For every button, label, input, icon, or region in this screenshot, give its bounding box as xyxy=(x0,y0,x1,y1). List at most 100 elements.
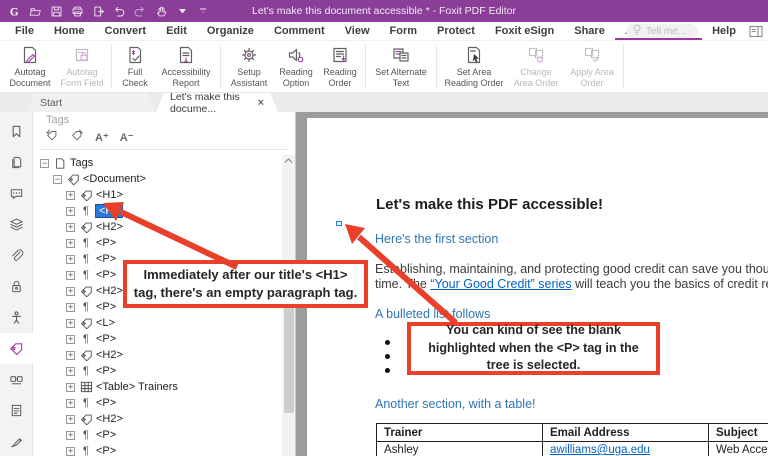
tree-expander-icon[interactable]: + xyxy=(66,287,75,296)
hand-tool-icon[interactable] xyxy=(154,4,168,18)
doc-paragraph-line: time. The “Your Good Credit” series will… xyxy=(375,277,768,291)
print-icon[interactable] xyxy=(70,4,84,18)
menu-item-view[interactable]: View xyxy=(335,22,380,40)
expand-tag-icon[interactable] xyxy=(70,128,84,147)
doc-hyperlink[interactable]: awilliams@uga.edu xyxy=(550,444,650,456)
autotag-form-field-icon xyxy=(72,45,92,65)
tree-item-label: <H2> xyxy=(96,349,123,361)
table-row: Ashleyawilliams@uga.eduWeb Accessibility xyxy=(377,442,768,456)
tree-item[interactable]: +¶<P> xyxy=(33,427,282,443)
tree-item[interactable]: +¶<P> xyxy=(33,203,282,219)
tree-expander-icon[interactable]: − xyxy=(40,159,49,168)
sidebar-pages-icon[interactable] xyxy=(0,147,33,178)
tell-me-search[interactable]: Tell me... xyxy=(626,24,698,38)
ribbon-button-autotag-document[interactable]: Autotag Document xyxy=(4,41,56,89)
doc-hyperlink[interactable]: “Your Good Credit” series xyxy=(430,277,571,291)
undo-icon[interactable] xyxy=(112,4,126,18)
menu-item-home[interactable]: Home xyxy=(44,22,95,40)
doc-section-heading: Here's the first section xyxy=(375,232,498,246)
font-decrease-icon[interactable]: A⁻ xyxy=(120,131,134,144)
tree-expander-icon[interactable]: + xyxy=(66,303,75,312)
ribbon-button-reading-order[interactable]: Reading Order xyxy=(318,41,362,89)
tab-current-document[interactable]: Let's make this docume... × xyxy=(156,93,278,112)
menu-item-comment[interactable]: Comment xyxy=(264,22,335,40)
menu-item-convert[interactable]: Convert xyxy=(95,22,157,40)
tree-item[interactable]: +<L> xyxy=(33,315,282,331)
tree-expander-icon[interactable]: + xyxy=(66,383,75,392)
menu-item-protect[interactable]: Protect xyxy=(427,22,485,40)
close-icon[interactable]: × xyxy=(258,97,264,109)
tab-start[interactable]: Start xyxy=(26,93,156,112)
tree-item[interactable]: +¶<P> xyxy=(33,235,282,251)
tree-item[interactable]: +<H2> xyxy=(33,411,282,427)
sidebar-fields-icon[interactable] xyxy=(0,395,33,426)
tree-item[interactable]: +<H1> xyxy=(33,187,282,203)
font-increase-icon[interactable]: A⁺ xyxy=(95,131,109,144)
customize-icon[interactable] xyxy=(196,4,210,18)
menu-item-help[interactable]: Help xyxy=(702,22,746,40)
tree-item[interactable]: +¶<P> xyxy=(33,363,282,379)
caret-down-icon[interactable] xyxy=(175,4,189,18)
divider xyxy=(111,44,112,88)
ribbon-button-accessibility-report[interactable]: Accessibility Report xyxy=(155,41,217,89)
ribbon-button-full-check[interactable]: Full Check xyxy=(115,41,155,89)
table-header-cell: Email Address xyxy=(543,424,709,442)
scroll-up-icon[interactable] xyxy=(282,158,295,164)
pdf-page[interactable]: Let's make this PDF accessible! Here's t… xyxy=(307,118,768,456)
redo-icon[interactable] xyxy=(133,4,147,18)
export-page-icon[interactable] xyxy=(91,4,105,18)
tree-expander-icon[interactable]: + xyxy=(66,351,75,360)
ribbon-button-set-alternate-text[interactable]: Set Alternate Text xyxy=(369,41,433,89)
menu-item-file[interactable]: File xyxy=(5,22,44,40)
scrollbar-thumb[interactable] xyxy=(284,300,294,413)
tree-expander-icon[interactable]: + xyxy=(66,431,75,440)
titlebar: G Let's make this document accessible * … xyxy=(0,0,768,22)
tree-item[interactable]: + <H2> xyxy=(33,347,282,363)
tree-p-icon: ¶ xyxy=(79,397,93,409)
tree-item[interactable]: +¶<P> xyxy=(33,331,282,347)
sidebar-signature-icon[interactable] xyxy=(0,426,33,456)
tree-expander-icon[interactable]: − xyxy=(53,175,62,184)
tree-item[interactable]: +<Table> Trainers xyxy=(33,379,282,395)
ribbon-button-reading-option[interactable]: Reading Option xyxy=(274,41,318,89)
tree-item[interactable]: −Tags xyxy=(33,155,282,171)
callout-line: Immediately after our title's <H1> xyxy=(127,266,364,284)
tree-item[interactable]: −<Document> xyxy=(33,171,282,187)
tree-expander-icon[interactable]: + xyxy=(66,271,75,280)
tree-expander-icon[interactable]: + xyxy=(66,223,75,232)
menu-item-share[interactable]: Share xyxy=(564,22,615,40)
sidebar-tags-icon[interactable] xyxy=(0,333,33,364)
menu-item-form[interactable]: Form xyxy=(380,22,428,40)
tree-expander-icon[interactable]: + xyxy=(66,447,75,456)
tree-tag-icon xyxy=(79,317,93,330)
sidebar-bookmark-icon[interactable] xyxy=(0,116,33,147)
ribbon-button-setup-assistant[interactable]: Setup Assistant xyxy=(224,41,274,89)
tree-expander-icon[interactable]: + xyxy=(66,191,75,200)
menu-item-edit[interactable]: Edit xyxy=(156,22,197,40)
tree-item[interactable]: +<H2> xyxy=(33,219,282,235)
tree-expander-icon[interactable]: + xyxy=(66,239,75,248)
panel-toggle-icon[interactable] xyxy=(749,25,763,38)
sidebar-attachments-icon[interactable] xyxy=(0,240,33,271)
sidebar-accessibility-icon[interactable] xyxy=(0,302,33,333)
sidebar-layers-icon[interactable] xyxy=(0,209,33,240)
sidebar-security-icon[interactable] xyxy=(0,271,33,302)
autotag-document-icon xyxy=(20,45,40,65)
menu-item-foxit-esign[interactable]: Foxit eSign xyxy=(485,22,564,40)
sidebar-comments-icon[interactable] xyxy=(0,178,33,209)
tree-expander-icon[interactable]: + xyxy=(66,415,75,424)
sidebar-destinations-icon[interactable] xyxy=(0,364,33,395)
ribbon-button-set-area-reading-order[interactable]: Set Area Reading Order xyxy=(440,41,508,89)
tree-expander-icon[interactable]: + xyxy=(66,255,75,264)
menu-item-organize[interactable]: Organize xyxy=(197,22,264,40)
open-folder-icon[interactable] xyxy=(28,4,42,18)
tree-expander-icon[interactable]: + xyxy=(66,207,75,216)
collapse-tag-icon[interactable] xyxy=(45,128,59,147)
tree-expander-icon[interactable]: + xyxy=(66,399,75,408)
tree-expander-icon[interactable]: + xyxy=(66,319,75,328)
tree-item[interactable]: +¶<P> xyxy=(33,443,282,456)
tree-expander-icon[interactable]: + xyxy=(66,367,75,376)
tree-expander-icon[interactable]: + xyxy=(66,335,75,344)
save-icon[interactable] xyxy=(49,4,63,18)
tree-item[interactable]: +¶<P> xyxy=(33,395,282,411)
